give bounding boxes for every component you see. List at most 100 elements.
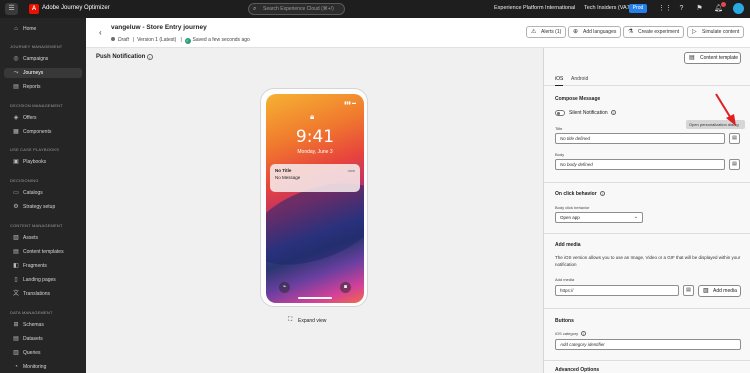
notification-time: now [347, 168, 355, 173]
add-media-label: Add media [555, 277, 575, 282]
sidebar-item-reports[interactable]: ▤ Reports [4, 82, 82, 92]
home-icon: ⌂ [14, 26, 18, 32]
feedback-icon[interactable]: ⚑ [695, 4, 704, 14]
status-dot-icon [111, 37, 115, 41]
sidebar-item-journeys[interactable]: ⤳ Journeys [4, 68, 82, 78]
personalization-button-body[interactable]: ▤ [729, 159, 740, 170]
sidebar-item-landing-pages[interactable]: ▯ Landing pages [4, 275, 82, 285]
catalog-icon: ▭ [13, 190, 19, 196]
org-name[interactable]: Experience Platform International [494, 5, 575, 11]
ios-category-field[interactable]: Add category identifier [555, 339, 741, 350]
add-media-heading: Add media [555, 242, 581, 248]
media-url-field[interactable]: https:// [555, 285, 679, 296]
personalization-button-media[interactable]: ▤ [683, 285, 694, 296]
menu-icon[interactable]: ☰ [5, 3, 18, 15]
create-experiment-button[interactable]: ⚗ Create experiment [623, 26, 685, 38]
add-media-button[interactable]: ▨ Add media [698, 285, 741, 297]
sidebar-item-components[interactable]: ▦ Components [4, 127, 82, 137]
sidebar-item-playbooks[interactable]: ▣ Playbooks [4, 157, 82, 167]
personalization-icon: ▤ [732, 161, 737, 167]
notification-title: No Title [275, 168, 292, 173]
offer-icon: ◈ [13, 115, 19, 121]
sidebar-item-schemas[interactable]: ⊞ Schemas [4, 320, 82, 330]
sidebar-item-strategy[interactable]: ⚙ Strategy setup [4, 202, 82, 212]
dataset-icon: ▤ [13, 336, 19, 342]
schema-icon: ⊞ [13, 322, 19, 328]
sidebar-item-assets[interactable]: ▧ Assets [4, 233, 82, 243]
top-bar: ☰ A Adobe Journey Optimizer ⌕ Search Exp… [0, 0, 750, 18]
title-label: Title [555, 126, 563, 131]
env-badge[interactable]: Prod [629, 4, 647, 13]
components-icon: ▦ [13, 129, 19, 135]
compose-message-heading: Compose Message [555, 96, 601, 102]
notification-message: No Message [275, 175, 301, 180]
sidebar-item-offers[interactable]: ◈ Offers [4, 113, 82, 123]
add-languages-button[interactable]: ⊕ Add languages [568, 26, 622, 38]
sidebar-section-data[interactable]: DATA MANAGEMENT [10, 310, 53, 315]
sidebar-item-campaigns[interactable]: ◎ Campaigns [4, 54, 82, 64]
advanced-options-heading[interactable]: Advanced Options [555, 367, 599, 373]
monitoring-icon: ◔ [14, 364, 18, 370]
signal-battery-icon: ▮▮▮ ▬ [344, 100, 356, 105]
phone-screen: ▮▮▮ ▬ 🔒︎ 9:41 Monday, June 3 No Title No… [266, 94, 364, 303]
body-click-select[interactable]: Open app ⌄ [555, 212, 643, 223]
sidebar-item-datasets[interactable]: ▤ Datasets [4, 334, 82, 344]
personalization-button-title[interactable]: ▤ [729, 133, 740, 144]
sidebar-item-home[interactable]: ⌂ Home [4, 24, 82, 34]
apps-grid-icon[interactable]: ⋮⋮ [658, 4, 672, 14]
sidebar-item-fragments[interactable]: ◧ Fragments [4, 261, 82, 271]
status-badge: Draft [118, 37, 129, 43]
annotation-arrow-icon [715, 93, 736, 126]
template-icon: ▤ [13, 249, 19, 255]
info-icon[interactable]: i [147, 54, 153, 60]
sidebar-item-translations[interactable]: 文 Translations [4, 289, 82, 299]
report-icon: ▤ [13, 84, 19, 90]
campaign-icon: ◎ [13, 56, 19, 62]
flashlight-icon: ⌁ [279, 282, 290, 293]
expand-view-button[interactable]: ⛶ Expand view [288, 317, 326, 324]
preview-title: Push Notification [96, 54, 146, 60]
search-input[interactable]: ⌕ Search Experience Cloud (⌘+/) [248, 3, 345, 15]
tab-android[interactable]: Android [571, 76, 588, 82]
sidebar-section-usecase[interactable]: USE CASE PLAYBOOKS [10, 147, 59, 152]
help-icon[interactable]: ? [677, 4, 686, 14]
journey-icon: ⤳ [13, 70, 19, 76]
notification-badge [721, 2, 726, 7]
content-template-button[interactable]: ▤ Content template [684, 52, 741, 64]
section-divider [544, 182, 750, 183]
title-field[interactable]: No title defined [555, 133, 725, 144]
home-indicator [298, 297, 332, 299]
checkmark-icon: ✓ [184, 38, 191, 44]
strategy-icon: ⚙ [13, 204, 19, 210]
sidebar-section-decisioning[interactable]: DECISIONING [10, 178, 39, 183]
search-icon: ⌕ [253, 6, 257, 12]
alerts-button[interactable]: ⚠ Alerts (1) [526, 26, 567, 38]
playbook-icon: ▣ [13, 159, 19, 165]
sidebar-section-decision[interactable]: DECISION MANAGEMENT [10, 103, 63, 108]
info-icon[interactable]: i [581, 331, 587, 336]
chevron-down-icon: ⌄ [633, 214, 638, 220]
sidebar-item-content-templates[interactable]: ▤ Content templates [4, 247, 82, 257]
info-icon[interactable]: i [610, 110, 616, 115]
avatar[interactable] [733, 3, 744, 14]
simulate-content-button[interactable]: ▷ Simulate content [687, 26, 745, 38]
assets-icon: ▧ [13, 235, 19, 241]
body-field[interactable]: No body defined [555, 159, 725, 170]
sidebar-item-queries[interactable]: ▥ Queries [4, 348, 82, 358]
journey-header: ‹ vangeluw - Store Entry journey Draft |… [86, 18, 750, 48]
silent-notification-toggle[interactable] [555, 110, 565, 116]
tab-ios[interactable]: iOS [555, 76, 564, 86]
fragment-icon: ◧ [13, 263, 19, 269]
sidebar-item-catalogs[interactable]: ▭ Catalogs [4, 188, 82, 198]
query-icon: ▥ [13, 350, 19, 356]
info-icon[interactable]: i [599, 191, 605, 196]
back-arrow-icon[interactable]: ‹ [99, 28, 102, 37]
template-icon: ▤ [689, 55, 695, 61]
sandbox-switcher[interactable]: Tech Insiders (VA7) [584, 5, 632, 11]
platform-tabs: iOS Android [544, 72, 750, 86]
sidebar-item-monitoring[interactable]: ◔ Monitoring [4, 362, 82, 372]
saved-status: Saved a few seconds ago [192, 37, 250, 43]
ios-category-label: iOS category i [555, 331, 587, 336]
sidebar-section-journey[interactable]: JOURNEY MANAGEMENT [10, 44, 62, 49]
sidebar-section-content[interactable]: CONTENT MANAGEMENT [10, 223, 63, 228]
